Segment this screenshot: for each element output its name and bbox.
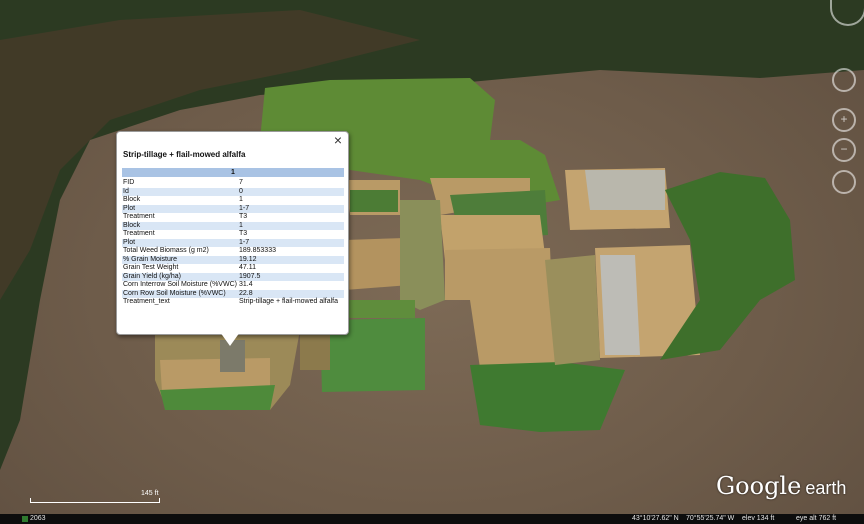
attribute-row: Treatment T3 (122, 230, 344, 239)
attribute-value: 189.853333 (239, 247, 276, 254)
plot-residue (600, 255, 640, 355)
attribute-value: 31.4 (239, 281, 253, 288)
plot-stubble (300, 330, 330, 370)
balloon-pointer (220, 332, 240, 346)
zoom-out-button[interactable]: − (832, 138, 856, 162)
imagery-date-icon[interactable] (22, 516, 28, 522)
attribute-value: 7 (239, 179, 243, 186)
attribute-key: Corn Interrow Soil Moisture (%VWC) (123, 281, 237, 288)
attribute-row: Total Weed Biomass (g m2) 189.853333 (122, 247, 344, 256)
attribute-value: T3 (239, 230, 248, 237)
attribute-key: Total Weed Biomass (g m2) (123, 247, 209, 254)
attribute-key: Plot (122, 238, 239, 247)
attribute-row: FID 7 (122, 179, 344, 188)
elevation-readout: elev 134 ft (742, 515, 775, 522)
eye-altitude-readout: eye alt 762 ft (796, 515, 837, 522)
attribute-key: Id (122, 187, 239, 196)
zoom-in-button[interactable]: + (832, 108, 856, 132)
attribute-row: Grain Test Weight 47.11 (122, 264, 344, 273)
plot-green (350, 190, 398, 212)
attribute-key: Block (122, 221, 239, 230)
attribute-value: 1 (239, 196, 243, 203)
attribute-value: 19.12 (239, 255, 344, 264)
attribute-row: Block 1 (122, 221, 344, 230)
info-balloon: × Strip-tillage + flail-mowed alfalfa 1 … (116, 131, 349, 335)
attribute-value: 1-7 (239, 238, 344, 247)
plot-stubble (445, 248, 555, 368)
logo-google-text: Google (716, 472, 802, 500)
balloon-header: 1 (122, 168, 344, 177)
attribute-key: Treatment_text (123, 298, 170, 305)
logo-earth-text: earth (805, 478, 847, 498)
close-icon[interactable]: × (331, 133, 345, 147)
attribute-key: Treatment (123, 230, 155, 237)
attribute-row: Id 0 (122, 187, 344, 196)
attribute-table: FID 7 Id 0 Block 1 Plot 1-7 Treatment T3 Block 1 Tre… (122, 179, 344, 307)
attribute-value: 22.8 (239, 289, 344, 298)
attribute-value: 47.11 (239, 264, 256, 271)
attribute-row: Block 1 (122, 196, 344, 205)
balloon-title: Strip-tillage + flail-mowed alfalfa (123, 150, 246, 159)
attribute-key: Plot (122, 204, 239, 213)
attribute-row: Corn Interrow Soil Moisture (%VWC) 31.4 (122, 281, 344, 290)
attribute-key: Grain Yield (kg/ha) (122, 272, 239, 281)
attribute-value: 1 (239, 221, 344, 230)
grass-bottom (470, 362, 625, 432)
attribute-key: FID (123, 179, 135, 186)
imagery-date[interactable]: 2063 (30, 514, 46, 524)
scale-label: 145 ft (141, 490, 159, 497)
scale-bar (30, 498, 160, 503)
attribute-row: % Grain Moisture 19.12 (122, 255, 344, 264)
attribute-key: Treatment (123, 213, 155, 220)
longitude-readout: 70°55'25.74" W (686, 515, 735, 522)
attribute-key: Corn Row Soil Moisture (%VWC) (122, 289, 239, 298)
street-view-icon[interactable] (832, 170, 856, 194)
attribute-value: 1-7 (239, 204, 344, 213)
attribute-row: Plot 1-7 (122, 204, 344, 213)
attribute-row: Corn Row Soil Moisture (%VWC) 22.8 (122, 289, 344, 298)
attribute-key: Block (123, 196, 141, 203)
status-bar: 2063 43°10'27.62" N 70°55'25.74" W elev … (0, 514, 864, 524)
compass-icon[interactable] (830, 0, 864, 26)
navigation-controls: + − (822, 0, 864, 215)
attribute-value: T3 (239, 213, 248, 220)
look-icon[interactable] (832, 68, 856, 92)
google-earth-logo: Google earth (716, 472, 846, 500)
attribute-key: Grain Test Weight (123, 264, 179, 271)
attribute-value: 1907.5 (239, 272, 344, 281)
attribute-row: Treatment_text Strip-tillage + flail-mowe… (122, 298, 344, 307)
plot-strip (400, 200, 445, 310)
attribute-row: Plot 1-7 (122, 238, 344, 247)
attribute-row: Treatment T3 (122, 213, 344, 222)
plot-residue (585, 170, 665, 210)
attribute-value: Strip-tillage + flail-mowed alfalfa (239, 298, 339, 305)
attribute-value: 0 (239, 187, 344, 196)
latitude-readout: 43°10'27.62" N (632, 515, 679, 522)
attribute-key: % Grain Moisture (122, 255, 239, 264)
attribute-row: Grain Yield (kg/ha) 1907.5 (122, 272, 344, 281)
